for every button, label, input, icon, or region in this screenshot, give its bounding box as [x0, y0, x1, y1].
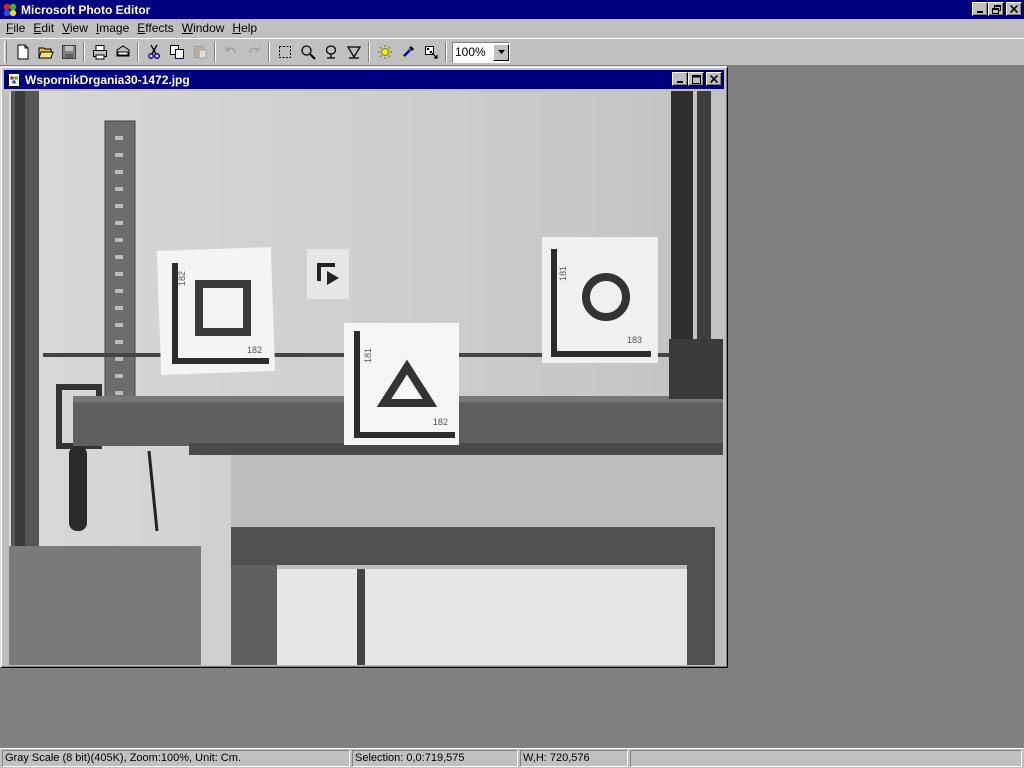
copy-button[interactable] [165, 41, 188, 63]
minimize-icon [677, 81, 683, 83]
chevron-down-icon [497, 50, 505, 54]
status-image-info: Gray Scale (8 bit)(405K), Zoom:100%, Uni… [2, 750, 350, 767]
status-empty-pane [630, 750, 1022, 767]
document-window[interactable]: WspornikDrgania30-1472.jpg 182 182 181 1… [0, 66, 728, 668]
smudge-button[interactable] [319, 41, 342, 63]
document-title: WspornikDrgania30-1472.jpg [25, 72, 190, 87]
select-icon [278, 46, 291, 58]
sharpen-icon [346, 46, 361, 59]
eyedropper-button[interactable] [396, 41, 419, 63]
print-icon [92, 45, 107, 60]
toolbar: 100% [0, 38, 1024, 66]
balance-icon [377, 45, 392, 59]
photo-image[interactable]: 182 182 181 182 181 183 [9, 91, 723, 665]
menu-image[interactable]: Image [92, 19, 133, 38]
new-button[interactable] [11, 41, 34, 63]
toolbar-separator [268, 42, 270, 62]
zoom-button[interactable] [296, 41, 319, 63]
open-button[interactable] [34, 41, 57, 63]
toolbar-separator [214, 42, 216, 62]
eyedropper-icon [400, 46, 414, 59]
target-left-label-b: 182 [247, 345, 262, 355]
doc-close-button[interactable] [706, 72, 722, 86]
app-title: Microsoft Photo Editor [21, 2, 151, 17]
toolbar-separator [83, 42, 85, 62]
close-icon [710, 75, 718, 83]
zoom-dropdown-button[interactable] [493, 43, 509, 61]
copy-icon [169, 45, 184, 59]
menu-edit[interactable]: Edit [29, 19, 58, 38]
toolbar-grip[interactable] [4, 41, 7, 63]
target-left-label: 182 [177, 271, 187, 286]
menu-window[interactable]: Window [178, 19, 229, 38]
zoom-value: 100% [455, 45, 486, 59]
target-right-label: 181 [558, 266, 568, 281]
save-icon [61, 45, 76, 59]
menu-file[interactable]: File [2, 19, 29, 38]
new-icon [17, 44, 28, 60]
status-bar: Gray Scale (8 bit)(405K), Zoom:100%, Uni… [0, 748, 1024, 768]
menu-effects[interactable]: Effects [133, 19, 177, 38]
toolbar-separator [368, 42, 370, 62]
photo-editor-icon[interactable] [2, 2, 18, 18]
cut-icon [147, 44, 160, 59]
transparency-icon [424, 46, 438, 59]
paste-icon [193, 46, 206, 59]
status-selection: Selection: 0,0:719,575 [352, 750, 518, 767]
smudge-icon [325, 45, 336, 59]
menu-bar: File Edit View Image Effects Window Help [0, 19, 1024, 38]
paste-button[interactable] [188, 41, 211, 63]
scan-icon [116, 45, 129, 57]
balance-button[interactable] [373, 41, 396, 63]
menu-help[interactable]: Help [228, 19, 261, 38]
redo-icon [248, 46, 261, 54]
cut-button[interactable] [142, 41, 165, 63]
sharpen-button[interactable] [342, 41, 365, 63]
close-button[interactable] [1006, 2, 1022, 16]
document-titlebar[interactable]: WspornikDrgania30-1472.jpg [4, 70, 724, 89]
restore-button[interactable] [988, 2, 1004, 16]
restore-icon [991, 4, 1001, 14]
redo-button[interactable] [242, 41, 265, 63]
target-center-label: 181 [363, 348, 373, 363]
doc-maximize-button[interactable] [688, 72, 704, 86]
print-button[interactable] [88, 41, 111, 63]
app-titlebar[interactable]: Microsoft Photo Editor [0, 0, 1024, 19]
toolbar-separator [137, 42, 139, 62]
minimize-icon [977, 11, 983, 13]
menu-view[interactable]: View [58, 19, 92, 38]
select-button[interactable] [273, 41, 296, 63]
image-canvas[interactable]: 182 182 181 182 181 183 [9, 91, 723, 665]
toolbar-separator [445, 42, 447, 62]
target-right-label-b: 183 [627, 335, 642, 345]
status-size: W,H: 720,576 [520, 750, 628, 767]
open-icon [37, 47, 54, 59]
save-button[interactable] [57, 41, 80, 63]
scan-button[interactable] [111, 41, 134, 63]
doc-minimize-button[interactable] [672, 72, 688, 86]
undo-button[interactable] [219, 41, 242, 63]
zoom-icon [300, 45, 316, 60]
close-icon [1010, 5, 1018, 13]
zoom-combo[interactable]: 100% [452, 41, 510, 63]
maximize-icon [691, 74, 701, 84]
minimize-button[interactable] [972, 2, 988, 16]
undo-icon [223, 46, 236, 54]
target-center-label-b: 182 [433, 417, 448, 427]
transparency-button[interactable] [419, 41, 442, 63]
document-icon[interactable] [7, 72, 21, 87]
